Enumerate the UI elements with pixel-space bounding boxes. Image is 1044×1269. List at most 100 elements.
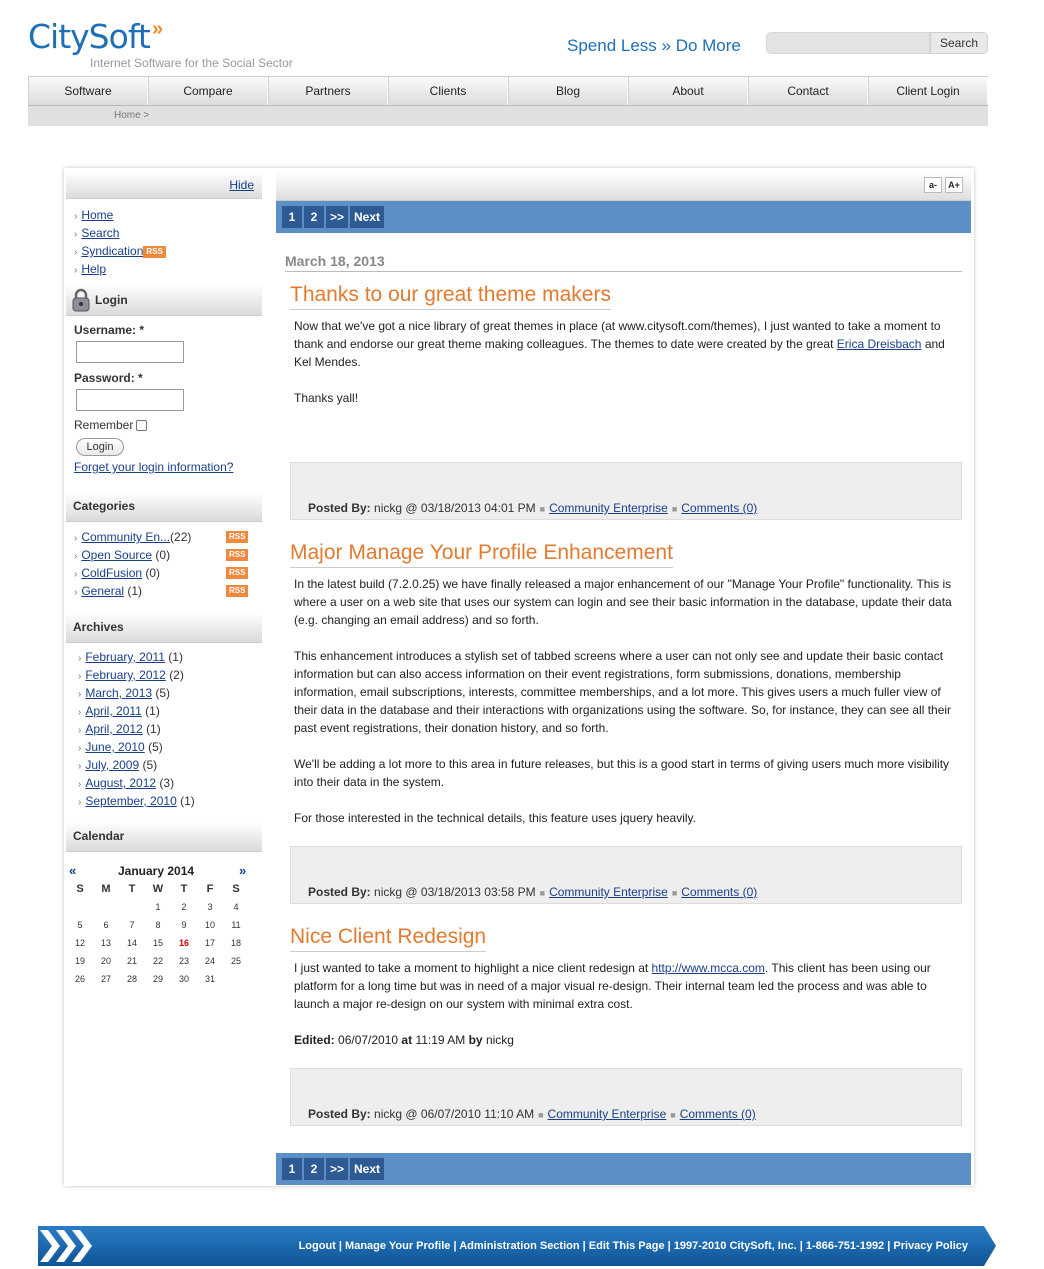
archive-link[interactable]: August, 2012 bbox=[85, 776, 156, 790]
category-link[interactable]: General bbox=[81, 584, 124, 598]
increase-font-button[interactable]: A+ bbox=[945, 177, 963, 193]
pager-more-button[interactable]: >> bbox=[326, 1158, 348, 1180]
help-link[interactable]: Help bbox=[81, 262, 106, 276]
category-rss-badge[interactable]: RSS bbox=[226, 549, 249, 561]
username-field[interactable] bbox=[76, 341, 184, 363]
calendar-day[interactable]: 5 bbox=[67, 916, 93, 934]
category-link[interactable]: ColdFusion bbox=[81, 566, 142, 580]
calendar-day[interactable]: 21 bbox=[119, 952, 145, 970]
decrease-font-button[interactable]: a- bbox=[924, 177, 942, 193]
password-field[interactable] bbox=[76, 389, 184, 411]
archive-link[interactable]: July, 2009 bbox=[85, 758, 139, 772]
calendar-day[interactable]: 3 bbox=[197, 898, 223, 916]
privacy-policy-link[interactable]: Privacy Policy bbox=[893, 1240, 968, 1252]
comments-link[interactable]: Comments (0) bbox=[680, 1107, 756, 1121]
admin-section-link[interactable]: Administration Section bbox=[459, 1240, 579, 1252]
calendar-day[interactable]: 15 bbox=[145, 934, 171, 952]
calendar-day[interactable]: 4 bbox=[223, 898, 249, 916]
category-link[interactable]: Community Enterprise bbox=[549, 501, 668, 515]
search-link[interactable]: Search bbox=[81, 226, 119, 240]
author-link[interactable]: Erica Dreisbach bbox=[837, 337, 922, 351]
archive-link[interactable]: March, 2013 bbox=[85, 686, 152, 700]
category-link[interactable]: Community Enterprise bbox=[548, 1107, 667, 1121]
archive-link[interactable]: April, 2012 bbox=[85, 722, 142, 736]
search-button[interactable]: Search bbox=[930, 32, 988, 54]
archive-link[interactable]: June, 2010 bbox=[85, 740, 144, 754]
calendar-day[interactable]: 29 bbox=[145, 970, 171, 988]
archive-link[interactable]: February, 2011 bbox=[85, 650, 165, 664]
calendar-day[interactable]: 26 bbox=[67, 970, 93, 988]
nav-about[interactable]: About bbox=[628, 77, 748, 105]
calendar-day[interactable]: 11 bbox=[223, 916, 249, 934]
calendar-day[interactable]: 24 bbox=[197, 952, 223, 970]
calendar-day[interactable]: 23 bbox=[171, 952, 197, 970]
calendar-prev-button[interactable]: « bbox=[69, 863, 76, 878]
calendar-day[interactable]: 14 bbox=[119, 934, 145, 952]
post-title[interactable]: Major Manage Your Profile Enhancement bbox=[290, 541, 673, 568]
calendar-day[interactable]: 31 bbox=[197, 970, 223, 988]
page-2-button[interactable]: 2 bbox=[304, 1158, 324, 1180]
forgot-login-link[interactable]: Forget your login information? bbox=[74, 460, 233, 474]
edit-page-link[interactable]: Edit This Page bbox=[589, 1240, 665, 1252]
comments-link[interactable]: Comments (0) bbox=[681, 501, 757, 515]
logo[interactable]: CitySoft » bbox=[28, 18, 163, 56]
category-link[interactable]: Community Enterprise bbox=[549, 885, 668, 899]
logout-link[interactable]: Logout bbox=[299, 1240, 336, 1252]
calendar-day[interactable]: 25 bbox=[223, 952, 249, 970]
home-link[interactable]: Home bbox=[81, 208, 113, 222]
rss-badge[interactable]: RSS bbox=[143, 245, 166, 258]
login-button[interactable]: Login bbox=[76, 438, 124, 456]
archive-link[interactable]: September, 2010 bbox=[85, 794, 176, 808]
calendar-day[interactable]: 19 bbox=[67, 952, 93, 970]
nav-partners[interactable]: Partners bbox=[268, 77, 388, 105]
nav-clients[interactable]: Clients bbox=[388, 77, 508, 105]
remember-checkbox[interactable] bbox=[136, 419, 148, 431]
calendar-day[interactable]: 20 bbox=[93, 952, 119, 970]
nav-contact[interactable]: Contact bbox=[748, 77, 868, 105]
calendar-day[interactable]: 30 bbox=[171, 970, 197, 988]
syndication-link[interactable]: Syndication bbox=[81, 244, 143, 258]
calendar-day[interactable]: 28 bbox=[119, 970, 145, 988]
breadcrumb-home[interactable]: Home > bbox=[114, 110, 149, 121]
category-link[interactable]: Community En... bbox=[81, 530, 170, 544]
calendar-day[interactable]: 16 bbox=[171, 934, 197, 952]
calendar-day[interactable]: 7 bbox=[119, 916, 145, 934]
nav-software[interactable]: Software bbox=[28, 77, 148, 105]
manage-profile-link[interactable]: Manage Your Profile bbox=[345, 1240, 450, 1252]
calendar-day[interactable]: 10 bbox=[197, 916, 223, 934]
calendar-day[interactable]: 6 bbox=[93, 916, 119, 934]
calendar-day[interactable]: 9 bbox=[171, 916, 197, 934]
category-rss-badge[interactable]: RSS bbox=[226, 585, 249, 597]
calendar-day[interactable]: 8 bbox=[145, 916, 171, 934]
nav-compare[interactable]: Compare bbox=[148, 77, 268, 105]
calendar-day[interactable]: 12 bbox=[67, 934, 93, 952]
search-input[interactable] bbox=[766, 32, 930, 54]
page-1-button[interactable]: 1 bbox=[282, 1158, 302, 1180]
calendar-next-button[interactable]: » bbox=[239, 863, 246, 878]
calendar-day[interactable]: 27 bbox=[93, 970, 119, 988]
pager-more-button[interactable]: >> bbox=[326, 206, 348, 228]
page-2-button[interactable]: 2 bbox=[304, 206, 324, 228]
calendar-day[interactable]: 13 bbox=[93, 934, 119, 952]
calendar-day[interactable]: 22 bbox=[145, 952, 171, 970]
category-link[interactable]: Open Source bbox=[81, 548, 152, 562]
pager-next-button[interactable]: Next bbox=[350, 1158, 384, 1180]
category-rss-badge[interactable]: RSS bbox=[226, 567, 249, 579]
comments-link[interactable]: Comments (0) bbox=[681, 885, 757, 899]
client-site-link[interactable]: http://www.mcca.com bbox=[652, 961, 765, 975]
calendar-day[interactable]: 18 bbox=[223, 934, 249, 952]
archive-link[interactable]: April, 2011 bbox=[85, 704, 141, 718]
page-1-button[interactable]: 1 bbox=[282, 206, 302, 228]
post-title[interactable]: Thanks to our great theme makers bbox=[290, 283, 611, 310]
calendar-day[interactable]: 1 bbox=[145, 898, 171, 916]
nav-client-login[interactable]: Client Login bbox=[868, 77, 988, 105]
calendar-day[interactable]: 2 bbox=[171, 898, 197, 916]
hide-sidebar-link[interactable]: Hide bbox=[229, 178, 254, 192]
post-title[interactable]: Nice Client Redesign bbox=[290, 925, 487, 952]
archive-link[interactable]: February, 2012 bbox=[85, 668, 166, 682]
category-rss-badge[interactable]: RSS bbox=[226, 531, 249, 543]
nav-blog[interactable]: Blog bbox=[508, 77, 628, 105]
calendar-day[interactable]: 17 bbox=[197, 934, 223, 952]
pager-next-button[interactable]: Next bbox=[350, 206, 384, 228]
edited-note: Edited: 06/07/2010 at 11:19 AM by nickg bbox=[294, 1033, 514, 1047]
